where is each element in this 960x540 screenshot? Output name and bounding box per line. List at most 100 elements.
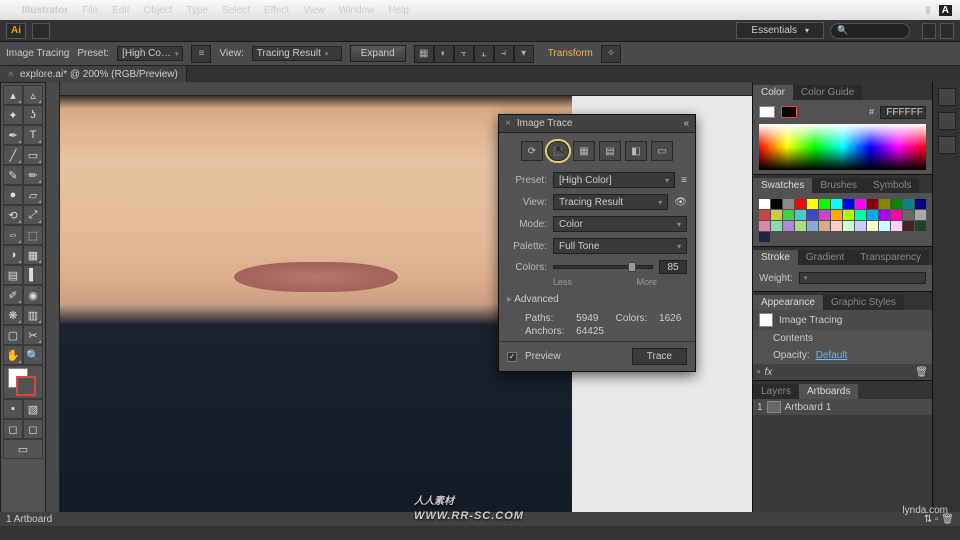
search-field[interactable]: 🔍 [830,23,910,39]
cloud-icon[interactable] [940,23,954,39]
panel-collapse-icon[interactable]: « [683,118,689,129]
expand-button[interactable]: Expand [350,45,406,62]
trace-view-combo[interactable]: Tracing Result [553,194,668,210]
direct-selection-tool[interactable]: ▵ [23,85,43,105]
swatch[interactable] [819,210,830,220]
preset-menu-icon[interactable]: ≡ [681,175,687,186]
trace-preset-combo[interactable]: [High Color] [553,172,675,188]
preset-low-color-icon[interactable]: ▦ [573,141,595,161]
magic-wand-tool[interactable]: ✦ [3,105,23,125]
preview-checkbox[interactable]: ✓ [507,352,517,362]
swatch[interactable] [759,199,770,209]
menu-window[interactable]: Window [339,5,375,16]
swatch[interactable] [783,221,794,231]
swatch[interactable] [795,199,806,209]
document-tab[interactable]: ×explore.ai* @ 200% (RGB/Preview) [0,66,187,82]
swatch[interactable] [843,221,854,231]
menu-type[interactable]: Type [186,5,208,16]
swatch[interactable] [771,221,782,231]
dock-icon[interactable] [938,88,956,106]
swatch[interactable] [807,210,818,220]
menu-select[interactable]: Select [222,5,250,16]
dock-icon[interactable] [938,136,956,154]
preset-combo[interactable]: [High Co… [117,46,183,61]
menu-edit[interactable]: Edit [112,5,129,16]
color-mode-icon[interactable]: ▪ [3,399,23,419]
fill-stroke-swatch[interactable] [3,365,43,399]
mac-menubar[interactable]: Illustrator File Edit Object Type Select… [0,0,960,20]
artboard-tool[interactable]: ▢ [3,325,23,345]
align-right-icon[interactable]: ⫞ [494,45,514,63]
tab-brushes[interactable]: Brushes [812,178,865,193]
tab-transparency[interactable]: Transparency [852,250,929,265]
screen-mode-icon[interactable]: ▭ [3,439,43,459]
swatch[interactable] [891,221,902,231]
swatch[interactable] [867,210,878,220]
swatch[interactable] [879,199,890,209]
draw-normal-icon[interactable]: ◻ [3,419,23,439]
swatch[interactable] [759,221,770,231]
align-center-icon[interactable]: ⫠ [474,45,494,63]
graph-tool[interactable]: ▥ [23,305,43,325]
rotate-tool[interactable]: ⟲ [3,205,23,225]
fill-swatch[interactable] [759,106,775,118]
bridge-icon[interactable] [32,23,50,39]
swatch[interactable] [843,199,854,209]
transform-link[interactable]: Transform [548,48,593,59]
recolor-icon[interactable]: ◐ [434,45,454,63]
appearance-trash-icon[interactable]: 🗑 [915,367,928,378]
tab-graphic-styles[interactable]: Graphic Styles [823,295,904,310]
menu-help[interactable]: Help [388,5,409,16]
pencil-tool[interactable]: ✏ [23,165,43,185]
hand-tool[interactable]: ✋ [3,345,23,365]
swatch[interactable] [771,210,782,220]
paintbrush-tool[interactable]: ✎ [3,165,23,185]
app-icon[interactable]: Ai [6,23,26,39]
swatch[interactable] [759,232,770,242]
blend-tool[interactable]: ◉ [23,285,43,305]
placed-image[interactable] [60,96,572,512]
free-transform-tool[interactable]: ⬚ [23,225,43,245]
swatch[interactable] [855,199,866,209]
trace-colors-value[interactable]: 85 [659,260,687,274]
preset-menu-icon[interactable]: ≡ [191,45,211,63]
swatch[interactable] [891,210,902,220]
swatch[interactable] [855,210,866,220]
swatch[interactable] [843,210,854,220]
swatch[interactable] [807,221,818,231]
gradient-tool[interactable]: ▌ [23,265,43,285]
swatch[interactable] [903,221,914,231]
preset-grayscale-icon[interactable]: ▤ [599,141,621,161]
draw-behind-icon[interactable]: ◻ [23,419,43,439]
swatch[interactable] [819,221,830,231]
trace-advanced-toggle[interactable]: Advanced [499,290,695,309]
rectangle-tool[interactable]: ▭ [23,145,43,165]
appearance-new-icon[interactable]: ▫ [757,367,761,378]
pen-tool[interactable]: ✒ [3,125,23,145]
artboard-name[interactable]: Artboard 1 [785,402,832,413]
tab-color-guide[interactable]: Color Guide [793,85,862,100]
tab-close-icon[interactable]: × [8,69,14,80]
artboard-nav-icons[interactable]: ⇅ ▫ 🗑 [924,514,954,525]
slice-tool[interactable]: ✂ [23,325,43,345]
perspective-tool[interactable]: ▦ [23,245,43,265]
menu-view[interactable]: View [303,5,325,16]
swatch[interactable] [867,199,878,209]
swatch[interactable] [795,210,806,220]
selection-tool[interactable]: ▴ [3,85,23,105]
trace-palette-combo[interactable]: Full Tone [553,238,687,254]
zoom-tool[interactable]: 🔍 [23,345,43,365]
appearance-fx-icon[interactable]: fx [765,367,773,378]
ruler-horizontal[interactable] [60,82,752,96]
isolate-icon[interactable]: ✧ [601,45,621,63]
swatch[interactable] [831,210,842,220]
scale-tool[interactable]: ⤢ [23,205,43,225]
appearance-contents-row[interactable]: Contents [753,330,932,347]
tab-symbols[interactable]: Symbols [865,178,919,193]
menu-effect[interactable]: Effect [264,5,289,16]
arrange-icon[interactable] [922,23,936,39]
image-trace-titlebar[interactable]: ×Image Trace« [499,115,695,133]
shape-builder-tool[interactable]: ◑ [3,245,23,265]
swatch[interactable] [831,199,842,209]
dock-icon[interactable] [938,112,956,130]
